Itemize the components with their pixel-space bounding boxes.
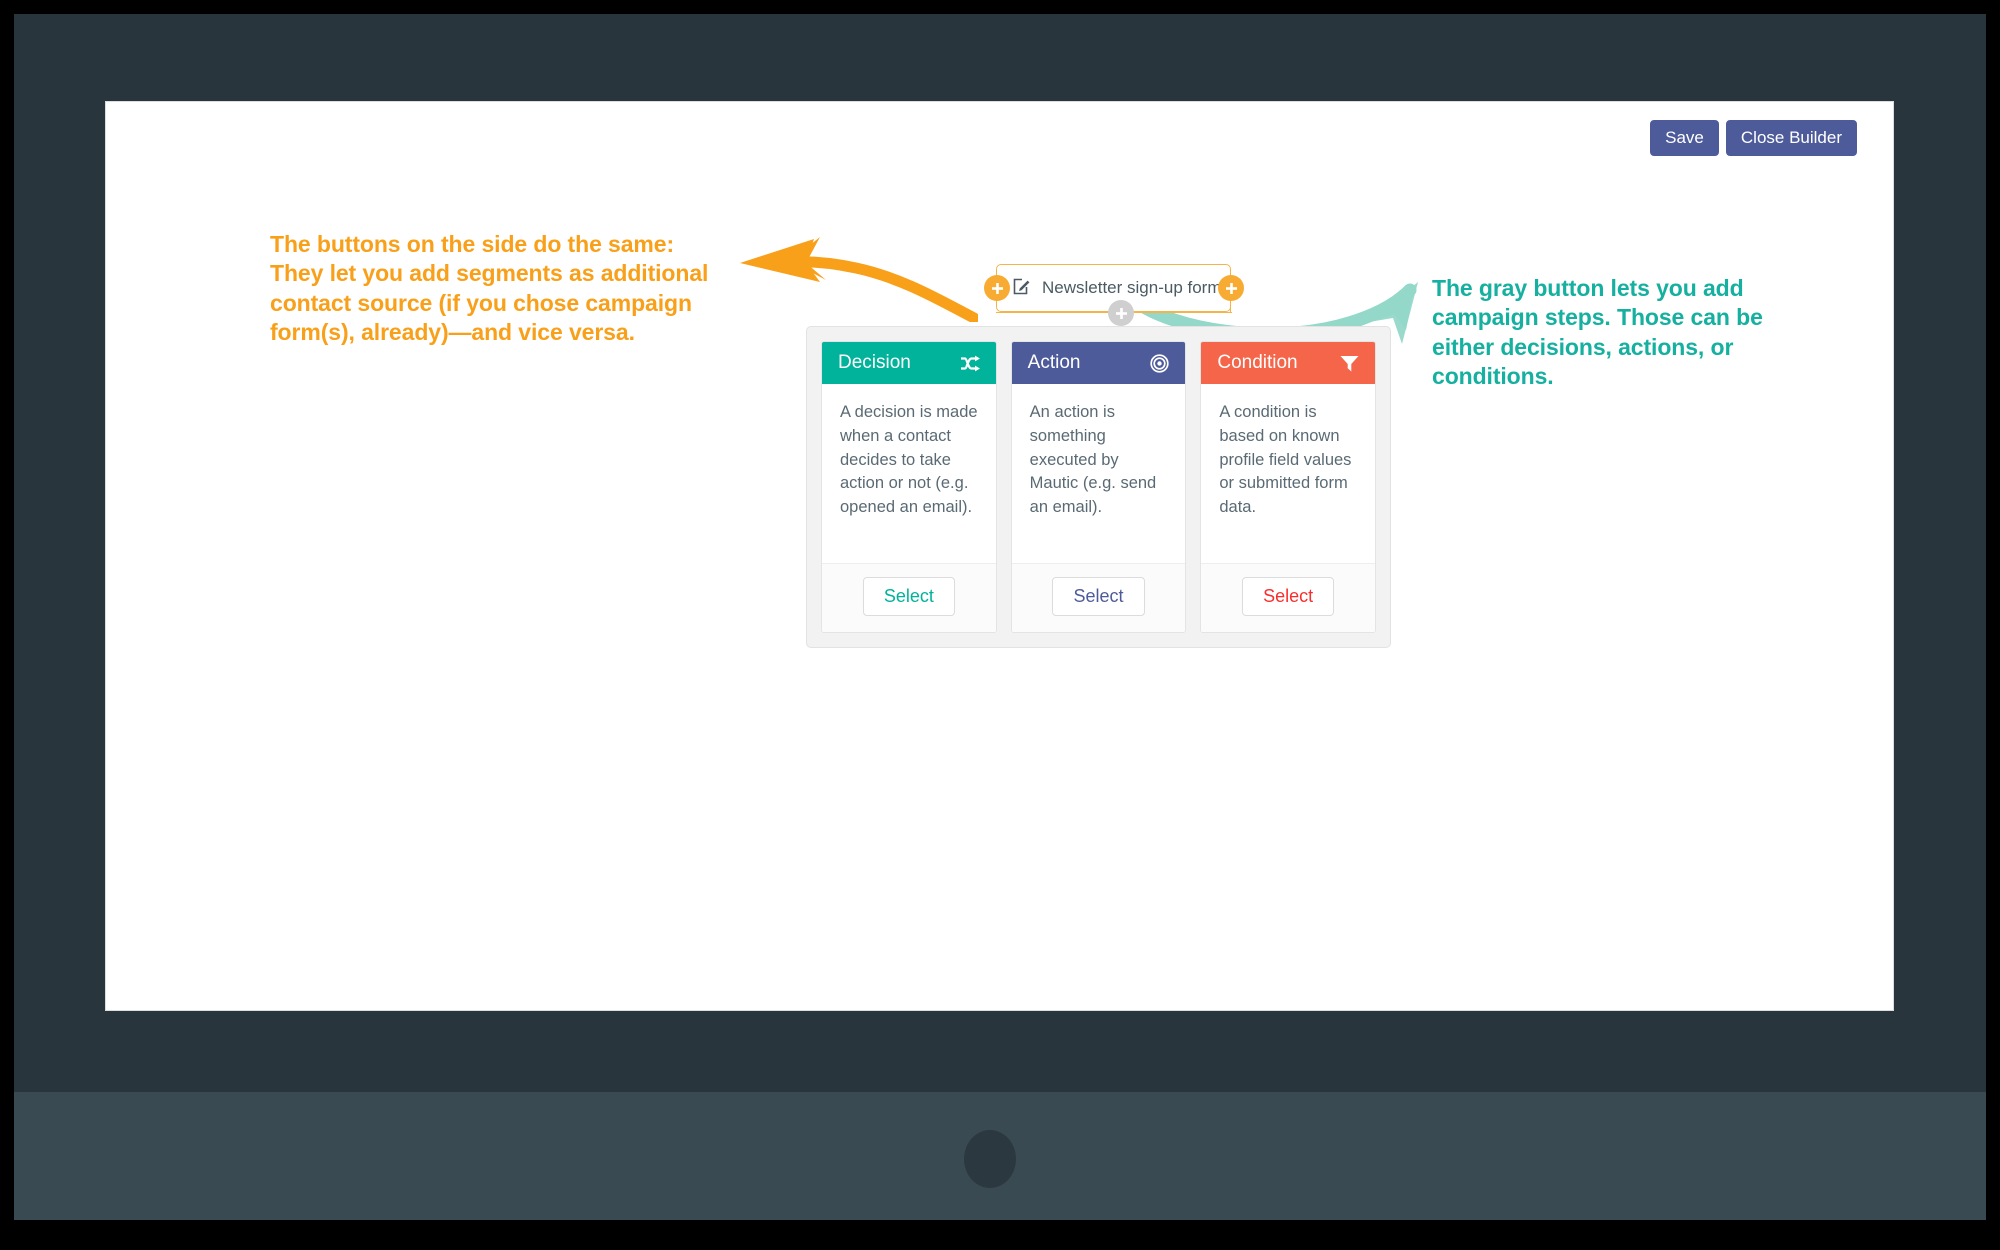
shuffle-icon [960, 355, 980, 372]
step-card-action-description: An action is something executed by Mauti… [1029, 403, 1157, 516]
step-card-action-title: Action [1027, 352, 1081, 373]
close-builder-button[interactable]: Close Builder [1725, 120, 1857, 156]
step-type-picker: Decision A decision is made when a conta… [806, 326, 1391, 648]
step-card-decision-description: A decision is made when a contact decide… [840, 403, 978, 516]
select-decision-button[interactable]: Select [862, 577, 955, 616]
app-window: Save Close Builder The buttons on the si… [106, 102, 1893, 1010]
step-card-decision[interactable]: Decision A decision is made when a conta… [821, 341, 997, 633]
annotation-right-text: The gray button lets you add campaign st… [1432, 275, 1763, 390]
add-campaign-step-button[interactable] [1108, 300, 1134, 326]
campaign-source-node-label: Newsletter sign-up form [1042, 278, 1222, 297]
plus-icon [991, 282, 1003, 294]
step-card-condition-footer: Select [1201, 563, 1376, 632]
step-card-decision-title: Decision [838, 352, 911, 373]
plus-icon [1115, 307, 1127, 319]
home-button[interactable] [964, 1130, 1016, 1188]
target-icon [1150, 353, 1169, 373]
step-card-action[interactable]: Action An action is something executed b… [1010, 341, 1187, 633]
step-card-decision-footer: Select [822, 563, 996, 632]
select-action-button[interactable]: Select [1052, 577, 1145, 616]
builder-toolbar: Save Close Builder [1650, 120, 1857, 156]
filter-icon [1340, 355, 1359, 372]
step-card-condition-title: Condition [1217, 352, 1298, 373]
step-card-condition-header: Condition [1201, 342, 1376, 384]
plus-icon [1225, 282, 1237, 294]
save-button[interactable]: Save [1650, 120, 1719, 156]
step-card-condition-description: A condition is based on known profile fi… [1219, 403, 1352, 516]
add-source-left-button[interactable] [984, 275, 1010, 301]
annotation-left-text: The buttons on the side do the same: The… [270, 231, 709, 346]
step-card-action-footer: Select [1011, 563, 1186, 632]
step-card-action-header: Action [1011, 342, 1186, 384]
campaign-canvas: Newsletter sign-up form Decision A decis… [806, 254, 1446, 664]
select-condition-button[interactable]: Select [1242, 577, 1335, 616]
step-card-condition[interactable]: Condition A condition is based on known … [1200, 341, 1377, 633]
form-edit-icon [1013, 277, 1031, 300]
add-source-right-button[interactable] [1218, 275, 1244, 301]
step-card-decision-header: Decision [822, 342, 996, 384]
